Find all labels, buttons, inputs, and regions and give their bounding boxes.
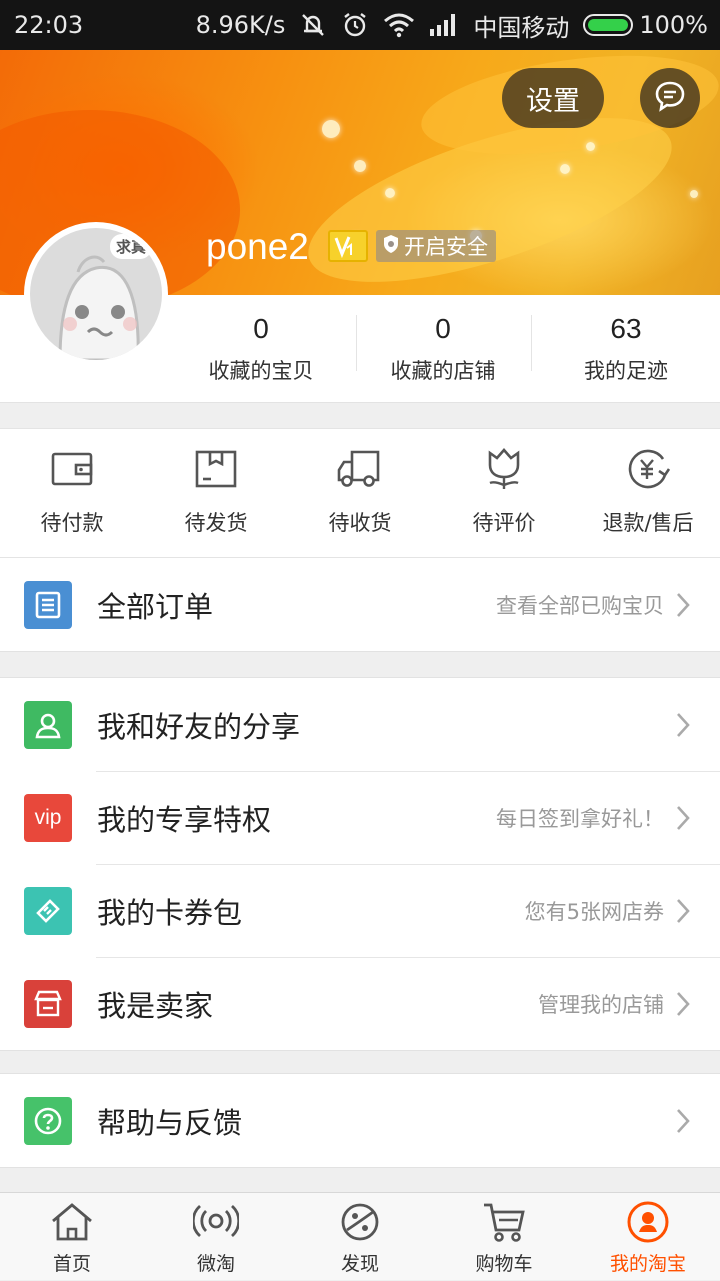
- menu-help-feedback[interactable]: 帮助与反馈: [0, 1074, 720, 1167]
- order-label: 待付款: [40, 511, 104, 535]
- battery-icon: [583, 14, 634, 36]
- avatar[interactable]: 求真: [24, 222, 168, 366]
- stat-label: 我的足迹: [584, 359, 668, 383]
- tab-discover[interactable]: 发现: [288, 1193, 432, 1281]
- truck-icon: [336, 448, 384, 494]
- menu-title: 我是卖家: [97, 988, 214, 1023]
- planet-icon: [337, 1200, 383, 1248]
- chevron-right-icon: [676, 991, 690, 1021]
- menu-title: 我的专享特权: [97, 802, 272, 837]
- divider: [356, 315, 357, 371]
- order-label: 待收货: [328, 511, 392, 535]
- order-label: 待发货: [184, 511, 248, 535]
- menu-group-main: 我和好友的分享 vip 我的专享特权 每日签到拿好礼！ 我的卡券包 您有5张网店…: [0, 677, 720, 1051]
- refund-icon: [625, 447, 671, 495]
- menu-title: 我的卡券包: [97, 895, 243, 930]
- stat-label: 收藏的宝贝: [208, 359, 314, 383]
- order-pending-payment[interactable]: 待付款: [0, 429, 144, 559]
- order-pending-receipt[interactable]: 待收货: [288, 429, 432, 559]
- order-label: 退款/售后: [602, 511, 694, 535]
- battery-indicator: 100%: [583, 11, 708, 39]
- stat-value: 0: [435, 313, 451, 344]
- order-list-icon: [24, 580, 72, 629]
- chat-bubble-icon: [653, 79, 687, 117]
- avatar-tag: 求真: [110, 234, 153, 259]
- status-bar: 22:03 8.96K/s 中国移动 100%: [0, 0, 720, 50]
- status-time: 22:03: [14, 11, 84, 39]
- menu-friend-share[interactable]: 我和好友的分享: [0, 678, 720, 771]
- chevron-right-icon: [676, 898, 690, 928]
- tab-weitao[interactable]: 微淘: [144, 1193, 288, 1281]
- order-refund-aftersale[interactable]: 退款/售后: [576, 429, 720, 559]
- wallet-icon: [50, 449, 94, 493]
- tab-my-taobao[interactable]: 我的淘宝: [576, 1193, 720, 1281]
- flower-icon: [482, 447, 526, 495]
- stat-value: 0: [253, 313, 269, 344]
- help-group: 帮助与反馈: [0, 1073, 720, 1168]
- vip-icon: vip: [24, 793, 72, 842]
- menu-title: 全部订单: [97, 589, 214, 624]
- message-button[interactable]: [640, 68, 700, 128]
- order-label: 待评价: [472, 511, 536, 535]
- menu-hint: 您有5张网店券: [524, 899, 664, 924]
- tab-label: 微淘: [196, 1253, 235, 1275]
- order-pending-shipment[interactable]: 待发货: [144, 429, 288, 559]
- order-pending-review[interactable]: 待评价: [432, 429, 576, 559]
- stat-favorite-items[interactable]: 0 收藏的宝贝: [180, 295, 342, 403]
- tab-home[interactable]: 首页: [0, 1193, 144, 1281]
- chevron-right-icon: [676, 712, 690, 742]
- stat-favorite-shops[interactable]: 0 收藏的店铺: [360, 295, 526, 403]
- shield-icon: [382, 234, 400, 259]
- menu-vip-privileges[interactable]: vip 我的专享特权 每日签到拿好礼！: [0, 771, 720, 864]
- question-icon: [24, 1096, 72, 1145]
- security-label: 开启安全: [404, 235, 488, 259]
- battery-percent: 100%: [639, 11, 708, 39]
- vip-level-badge[interactable]: [328, 230, 368, 262]
- stat-label: 收藏的店铺: [390, 359, 496, 383]
- username[interactable]: pone2: [206, 226, 309, 268]
- chevron-right-icon: [676, 1108, 690, 1138]
- menu-title: 我和好友的分享: [97, 709, 301, 744]
- chevron-right-icon: [676, 592, 690, 622]
- security-badge[interactable]: 开启安全: [376, 230, 496, 262]
- network-speed: 8.96K/s: [195, 11, 286, 39]
- signal-icon: [429, 13, 459, 37]
- profile-icon: [625, 1199, 671, 1249]
- broadcast-icon: [191, 1201, 241, 1247]
- menu-hint: 每日签到拿好礼！: [496, 806, 664, 831]
- bottom-tab-bar: 首页 微淘 发现 购物车 我的淘宝: [0, 1192, 720, 1280]
- friends-icon: [24, 700, 72, 749]
- all-orders-group: 全部订单 查看全部已购宝贝: [0, 558, 720, 652]
- divider: [531, 315, 532, 371]
- package-icon: [194, 449, 238, 493]
- tab-label: 我的淘宝: [609, 1253, 686, 1275]
- menu-seller[interactable]: 我是卖家 管理我的店铺: [0, 957, 720, 1050]
- menu-title: 帮助与反馈: [97, 1105, 243, 1140]
- all-orders-row[interactable]: 全部订单 查看全部已购宝贝: [0, 558, 720, 651]
- menu-coupon-wallet[interactable]: 我的卡券包 您有5张网店券: [0, 864, 720, 957]
- menu-hint: 管理我的店铺: [538, 992, 664, 1017]
- mute-bell-icon: [299, 11, 327, 39]
- stat-footprints[interactable]: 63 我的足迹: [534, 295, 718, 403]
- wifi-icon: [383, 12, 415, 38]
- tab-label: 首页: [52, 1253, 91, 1275]
- alarm-icon: [341, 11, 369, 39]
- chevron-right-icon: [676, 805, 690, 835]
- tab-cart[interactable]: 购物车: [432, 1193, 576, 1281]
- cart-icon: [481, 1200, 527, 1248]
- tab-label: 发现: [340, 1253, 379, 1275]
- home-icon: [49, 1201, 95, 1247]
- stat-value: 63: [610, 313, 642, 344]
- settings-button[interactable]: 设置: [502, 68, 604, 128]
- tab-label: 购物车: [475, 1253, 533, 1275]
- menu-hint: 查看全部已购宝贝: [496, 593, 664, 618]
- shop-icon: [24, 979, 72, 1028]
- carrier-name: 中国移动: [473, 13, 570, 42]
- order-shortcuts: 待付款 待发货 待收货 待评价 退款/售后: [0, 428, 720, 558]
- ticket-icon: [24, 886, 72, 935]
